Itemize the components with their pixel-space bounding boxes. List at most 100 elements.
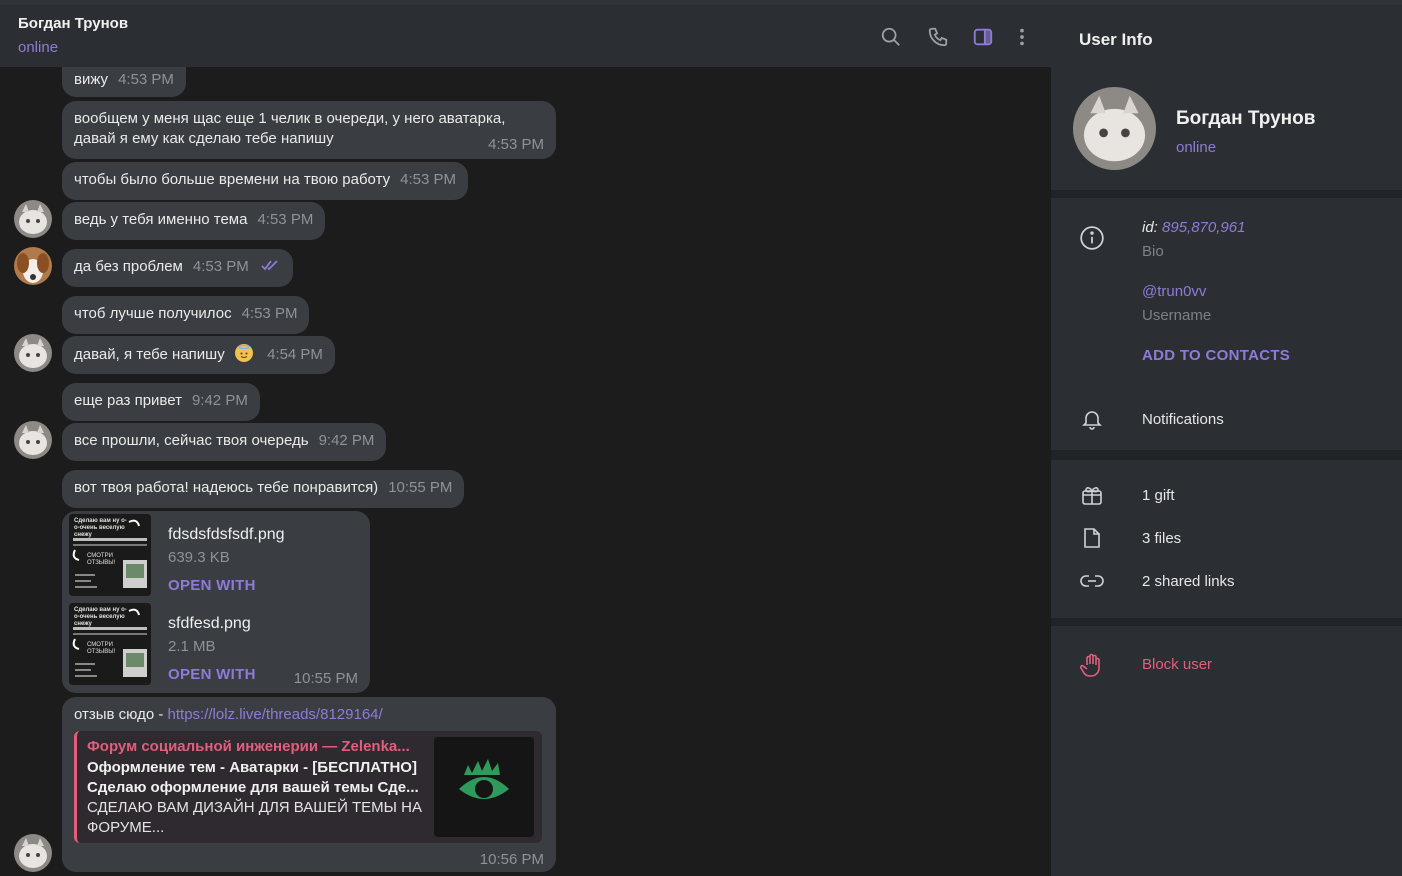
peer-avatar[interactable] — [14, 834, 52, 872]
peer-avatar[interactable] — [14, 200, 52, 238]
file-attachment[interactable]: Сделаю вам ну о-о-очень веселую снежу СМ… — [62, 511, 370, 601]
link-icon — [1079, 568, 1105, 594]
file-thumbnail[interactable]: Сделаю вам ну о-о-очень веселую снежу СМ… — [69, 603, 151, 685]
message-text: все прошли, сейчас твоя очередь — [74, 432, 309, 449]
message-bubble[interactable]: да без проблем 4:53 PM — [62, 249, 293, 287]
file-name: sfdfesd.png — [168, 615, 251, 632]
peer-avatar[interactable] — [14, 334, 52, 372]
bell-icon — [1079, 406, 1105, 432]
thumbnail-caption: Сделаю вам ну о-о-очень веселую снежу — [74, 607, 127, 627]
peer-avatar[interactable] — [14, 421, 52, 459]
message-bubble[interactable]: давай, я тебе напишу 4:54 PM — [62, 336, 335, 374]
info-icon — [1079, 225, 1105, 251]
message-bubble[interactable]: все прошли, сейчас твоя очередь 9:42 PM — [62, 423, 387, 461]
message-text: чтоб лучше получилос — [74, 305, 232, 322]
block-user-button[interactable]: Block user — [1142, 656, 1212, 673]
message-link[interactable]: https://lolz.live/threads/8129164/ — [168, 706, 383, 723]
gift-icon — [1079, 482, 1105, 508]
emoji-angel-icon — [234, 344, 253, 362]
file-size: 2.1 MB — [168, 638, 216, 655]
chat-header: Богдан Трунов online — [0, 5, 1051, 67]
open-with-button[interactable]: OPEN WITH — [168, 576, 256, 596]
message-time: 4:53 PM — [400, 171, 456, 188]
profile-status: online — [1176, 139, 1217, 156]
message-bubble[interactable]: чтобы было больше времени на твою работу… — [62, 162, 468, 200]
more-vertical-icon[interactable] — [1010, 25, 1034, 49]
preview-site-name: Форум социальной инженерии — Zelenka... — [87, 738, 410, 755]
sidebar-title: User Info — [1079, 30, 1153, 49]
file-size: 639.3 KB — [168, 549, 230, 566]
preview-description: СДЕЛАЮ ВАМ ДИЗАЙН ДЛЯ ВАШЕЙ ТЕМЫ НА ФОРУ… — [87, 798, 432, 838]
message-text: да без проблем — [74, 258, 183, 275]
add-to-contacts-button[interactable]: ADD TO CONTACTS — [1142, 347, 1290, 364]
message-text: еще раз привет — [74, 392, 182, 409]
message-text: вот твоя работа! надеюсь тебе понравится… — [74, 479, 379, 496]
shared-links-item[interactable]: 2 shared links — [1142, 573, 1235, 590]
message-bubble[interactable]: вообщем у меня щас еще 1 челик в очереди… — [62, 101, 556, 159]
message-time: 10:55 PM — [388, 479, 453, 496]
username-label: Username — [1142, 307, 1212, 324]
message-time: 4:53 PM — [118, 71, 174, 88]
message-time: 4:53 PM — [257, 211, 314, 228]
user-id[interactable]: id: 895,870,961 — [1142, 219, 1245, 236]
profile-avatar[interactable] — [1073, 87, 1156, 170]
block-hand-icon — [1079, 652, 1105, 678]
username-value[interactable]: @trun0vv — [1142, 283, 1206, 300]
sidebar-toggle-icon[interactable] — [971, 25, 995, 49]
profile-name: Богдан Трунов — [1176, 108, 1316, 129]
gifts-item[interactable]: 1 gift — [1142, 487, 1175, 504]
chat-peer-name[interactable]: Богдан Трунов — [18, 15, 128, 32]
phone-icon[interactable] — [926, 25, 950, 49]
message-time: 9:42 PM — [318, 432, 375, 449]
chat-area: Богдан Трунов online вижу4:53 PM вообще — [0, 0, 1051, 876]
message-text: отзыв сюдо - — [74, 706, 168, 723]
message-text: вижу — [74, 71, 109, 88]
preview-title-line: Оформление тем - Аватарки - [БЕСПЛАТНО] — [87, 759, 417, 776]
open-with-button[interactable]: OPEN WITH — [168, 665, 256, 685]
bio-label: Bio — [1142, 243, 1164, 260]
message-bubble[interactable]: отзыв сюдо - https://lolz.live/threads/8… — [62, 697, 556, 872]
notifications-toggle[interactable]: Notifications — [1142, 411, 1224, 428]
message-time: 10:55 PM — [293, 670, 358, 687]
message-time: 9:42 PM — [191, 392, 248, 409]
preview-title: Оформление тем - Аватарки - [БЕСПЛАТНО] … — [87, 758, 432, 798]
telegram-window: Богдан Трунов online вижу4:53 PM вообще — [0, 0, 1402, 876]
message-bubble[interactable]: еще раз привет 9:42 PM — [62, 383, 260, 421]
file-thumbnail[interactable]: Сделаю вам ну о-о-очень веселую снежу СМ… — [69, 514, 151, 596]
file-message-bubble[interactable]: Сделаю вам ну о-о-очень веселую снежу СМ… — [62, 511, 370, 693]
user-id-label: id: — [1142, 219, 1158, 236]
message-bubble[interactable]: вижу 4:53 PM — [62, 67, 186, 97]
profile-section: User Info Богдан Трунов online — [1051, 0, 1402, 190]
own-avatar[interactable] — [14, 247, 52, 285]
preview-description-line: СДЕЛАЮ ВАМ ДИЗАЙН ДЛЯ ВАШЕЙ ТЕМЫ НА — [87, 799, 422, 816]
message-bubble[interactable]: вот твоя работа! надеюсь тебе понравится… — [62, 470, 465, 508]
preview-title-line: Сделаю оформление для вашей темы Сде... — [87, 779, 419, 796]
message-time: 4:53 PM — [488, 136, 544, 153]
message-time: 4:54 PM — [267, 346, 323, 363]
message-text: вообщем у меня щас еще 1 челик в очереди… — [74, 110, 506, 127]
thumbnail-caption: СМОТРИ ОТЗЫВЫ! — [87, 642, 116, 655]
message-bubble[interactable]: ведь у тебя именно тема 4:53 PM — [62, 202, 326, 240]
message-text: ведь у тебя именно тема — [74, 211, 248, 228]
message-time: 4:53 PM — [192, 258, 249, 275]
message-text: давай я ему как сделаю тебе напишу — [74, 130, 334, 147]
message-time: 4:53 PM — [241, 305, 298, 322]
file-icon — [1079, 525, 1105, 551]
user-id-value[interactable]: 895,870,961 — [1162, 219, 1245, 236]
files-item[interactable]: 3 files — [1142, 530, 1181, 547]
link-preview[interactable]: Форум социальной инженерии — Zelenka... … — [74, 731, 542, 843]
thumbnail-caption: СМОТРИ ОТЗЫВЫ! — [87, 553, 116, 566]
info-section: id: 895,870,961 Bio @trun0vv Username AD… — [1051, 198, 1402, 450]
preview-eye-logo-icon — [434, 737, 534, 837]
preview-description-line: ФОРУМЕ... — [87, 819, 165, 836]
chat-peer-status: online — [18, 39, 59, 56]
user-info-sidebar: User Info Богдан Трунов online id: 895,8… — [1051, 0, 1402, 876]
message-list[interactable]: вижу 4:53 PM вообщем у меня щас еще 1 чел… — [0, 67, 1051, 876]
message-text: чтобы было больше времени на твою работу — [74, 171, 391, 188]
thumbnail-caption: Сделаю вам ну о-о-очень веселую снежу — [74, 518, 127, 538]
read-checkmarks-icon — [261, 257, 281, 277]
message-time: 10:56 PM — [479, 851, 544, 868]
message-bubble[interactable]: чтоб лучше получилос 4:53 PM — [62, 296, 310, 334]
actions-section: Block user — [1051, 626, 1402, 876]
search-icon[interactable] — [879, 25, 903, 49]
